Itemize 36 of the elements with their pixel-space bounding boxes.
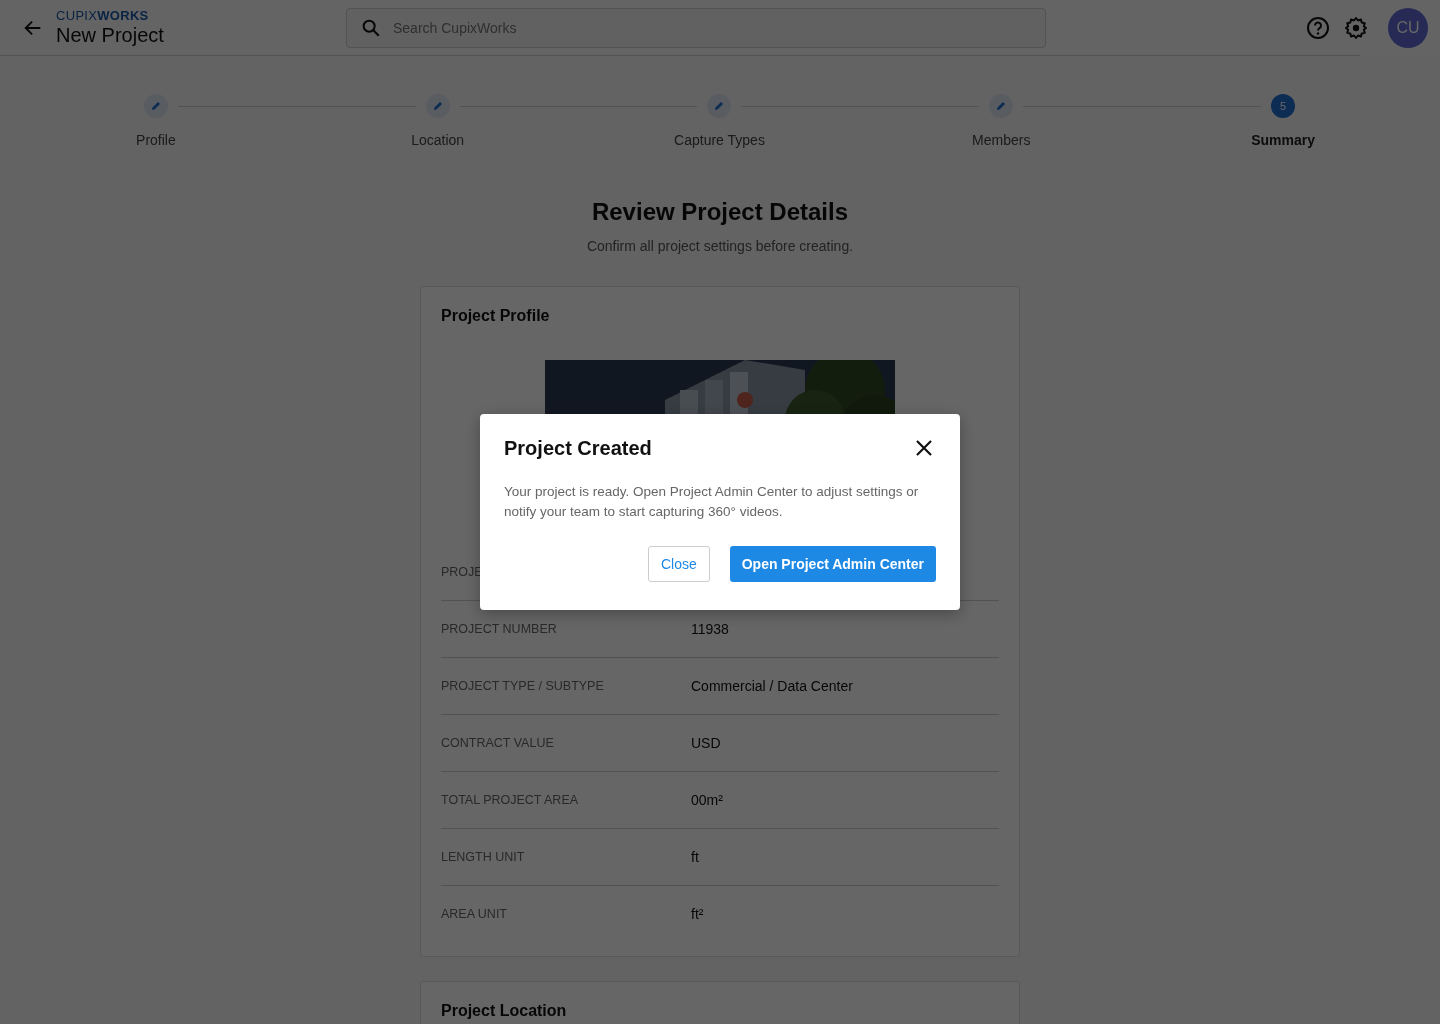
step-label[interactable]: Profile bbox=[136, 132, 176, 148]
field-value: 11938 bbox=[691, 621, 730, 637]
help-icon[interactable] bbox=[1306, 15, 1330, 40]
field-label: PROJECT TYPE / SUBTYPE bbox=[441, 679, 604, 693]
card-title: Project Profile bbox=[441, 307, 551, 325]
card-title: Project Location bbox=[441, 1002, 568, 1020]
field-value: USD bbox=[691, 735, 722, 751]
step-label[interactable]: Location bbox=[411, 132, 465, 148]
step-label[interactable]: Capture Types bbox=[674, 132, 765, 148]
field-label: TOTAL PROJECT AREA bbox=[441, 793, 579, 807]
pencil-icon[interactable] bbox=[143, 94, 168, 118]
field-label: CONTRACT VALUE bbox=[441, 736, 554, 750]
close-button[interactable]: Close bbox=[647, 546, 710, 582]
pencil-icon[interactable] bbox=[425, 94, 450, 118]
settings-icon[interactable] bbox=[1344, 15, 1368, 40]
field-value: ft² bbox=[691, 906, 705, 922]
field-label: PROJE bbox=[441, 565, 483, 579]
section-heading: Review Project Details bbox=[590, 198, 850, 226]
open-admin-button[interactable]: Open Project Admin Center bbox=[729, 546, 936, 582]
step-number[interactable]: 5 bbox=[1271, 94, 1296, 118]
field-value: 00m² bbox=[691, 792, 724, 808]
pencil-icon[interactable] bbox=[989, 94, 1014, 118]
section-description: Confirm all project settings before creating. bbox=[585, 238, 855, 254]
brand-logo: CUPIXWORKS bbox=[56, 8, 150, 23]
dialog-title: Project Created bbox=[504, 436, 652, 460]
user-avatar[interactable]: CU bbox=[1388, 7, 1428, 48]
dialog-message: Your project is ready. Open Project Admin Center to adjust settings or notify your team to start capturing 360° videos. bbox=[504, 483, 920, 521]
step-label[interactable]: Summary bbox=[1251, 132, 1315, 148]
field-value: ft bbox=[691, 849, 700, 865]
field-label: LENGTH UNIT bbox=[441, 850, 525, 864]
pencil-icon[interactable] bbox=[707, 94, 732, 118]
field-value: Commercial / Data Center bbox=[691, 678, 854, 694]
step-label[interactable]: Members bbox=[972, 132, 1031, 148]
page-title: New Project bbox=[56, 23, 165, 47]
field-label: PROJECT NUMBER bbox=[441, 622, 557, 636]
field-label: AREA UNIT bbox=[441, 907, 507, 921]
